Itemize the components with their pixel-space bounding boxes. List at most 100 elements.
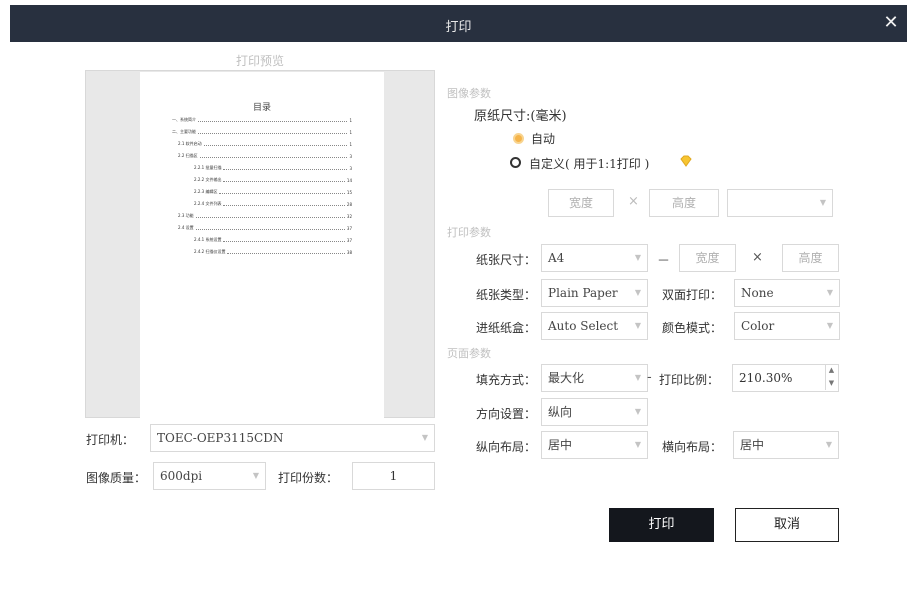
radio-auto[interactable] bbox=[513, 133, 524, 144]
toc-entry: 2.2.2 文件输出 14 bbox=[194, 177, 352, 183]
dropdown-arrow-icon: ▼ bbox=[634, 407, 641, 416]
hlayout-label: 横向布局： bbox=[662, 440, 723, 454]
vlayout-select[interactable]: 居中 ▼ bbox=[541, 431, 648, 459]
section-print-params: 打印参数 bbox=[447, 226, 491, 239]
color-mode-label: 颜色模式： bbox=[662, 321, 723, 335]
dropdown-arrow-icon: ▼ bbox=[634, 321, 641, 330]
scale-input[interactable]: 210.30% bbox=[732, 364, 839, 392]
orientation-select[interactable]: 纵向 ▼ bbox=[541, 398, 648, 426]
stepper-up-icon[interactable]: ▲ bbox=[826, 364, 837, 377]
paper-type-select[interactable]: Plain Paper ▼ bbox=[541, 279, 648, 307]
paper-size-select[interactable]: A4 ▼ bbox=[541, 244, 648, 272]
scale-label: 打印比例： bbox=[659, 373, 720, 387]
section-image-params: 图像参数 bbox=[447, 87, 491, 100]
paper-type-label: 纸张类型： bbox=[476, 288, 537, 302]
toc-leader bbox=[223, 204, 345, 206]
toc-leader bbox=[195, 228, 345, 230]
duplex-label: 双面打印： bbox=[662, 288, 723, 302]
fill-select[interactable]: 最大化 ▼ bbox=[541, 364, 648, 392]
toc-entry-page: 32 bbox=[346, 213, 352, 219]
dropdown-arrow-icon: ▼ bbox=[826, 288, 833, 297]
toc-entry-page: 1 bbox=[349, 117, 352, 123]
toc-entry-title: 2.4.2 扫描仪设置 bbox=[194, 249, 226, 254]
original-size-label: 原纸尺寸:(毫米) bbox=[474, 109, 567, 124]
toc-entry: 2.2.4 文件列表 28 bbox=[194, 201, 352, 207]
radio-custom[interactable] bbox=[510, 157, 521, 168]
toc-entry-page: 1 bbox=[349, 141, 352, 147]
toc-entry-page: 28 bbox=[346, 201, 352, 207]
preview-page: 目录 一、系统简介 1 二、主要功能 1 2.1 软件启动 1 2.2 扫描区 3 2.2.1 … bbox=[140, 72, 384, 418]
toc-entry-title: 二、主要功能 bbox=[172, 129, 196, 134]
dropdown-arrow-icon: ▼ bbox=[252, 471, 259, 480]
printer-select[interactable]: TOEC-OEP3115CDN ▼ bbox=[150, 424, 435, 452]
hlayout-select[interactable]: 居中 ▼ bbox=[733, 431, 839, 459]
tray-label: 进纸纸盒： bbox=[476, 321, 537, 335]
print-preview: 目录 一、系统简介 1 二、主要功能 1 2.1 软件启动 1 2.2 扫描区 3 2.2.1 … bbox=[85, 70, 435, 418]
toc-entry-page: 37 bbox=[346, 237, 352, 243]
toc-entry-page: 3 bbox=[349, 153, 352, 159]
toc-leader bbox=[198, 120, 348, 122]
toc-entry-title: 2.2.3 编辑区 bbox=[194, 189, 218, 194]
toc-entry: 一、系统简介 1 bbox=[172, 117, 352, 123]
fill-label: 填充方式： bbox=[476, 373, 537, 387]
preview-label: 打印预览 bbox=[235, 54, 284, 68]
tray-select[interactable]: Auto Select ▼ bbox=[541, 312, 648, 340]
paper-width-input[interactable]: 宽度 bbox=[679, 244, 736, 272]
scale-stepper[interactable]: ▲ ▼ bbox=[825, 364, 837, 390]
radio-auto-label: 自动 bbox=[531, 132, 556, 146]
quality-select[interactable]: 600dpi ▼ bbox=[153, 462, 266, 490]
dropdown-arrow-icon: ▼ bbox=[819, 198, 826, 207]
toc-leader bbox=[203, 144, 348, 146]
toc-entry: 2.4 设置 37 bbox=[178, 225, 352, 231]
dropdown-arrow-icon: ▼ bbox=[421, 433, 428, 442]
toc-leader bbox=[223, 240, 345, 242]
toc-entry-page: 38 bbox=[346, 249, 352, 255]
toc-leader bbox=[199, 156, 348, 158]
toc-leader bbox=[227, 252, 345, 254]
copies-input[interactable]: 1 bbox=[352, 462, 435, 490]
toc-entry: 2.4.2 扫描仪设置 38 bbox=[194, 249, 352, 255]
custom-height-input[interactable]: 高度 bbox=[649, 189, 719, 217]
toc-entry-title: 2.4.1 系统设置 bbox=[194, 237, 222, 242]
toc-entry: 2.3 功能 32 bbox=[178, 213, 352, 219]
custom-width-input[interactable]: 宽度 bbox=[548, 189, 614, 217]
toc-leader bbox=[223, 168, 348, 170]
toc-entry: 2.4.1 系统设置 37 bbox=[194, 237, 352, 243]
toc-entry: 2.2.1 批量扫描 3 bbox=[194, 165, 352, 171]
section-page-params: 页面参数 bbox=[447, 347, 491, 360]
dropdown-arrow-icon: ▼ bbox=[825, 440, 832, 449]
toc-leader bbox=[198, 132, 348, 134]
times-sign: × bbox=[752, 250, 763, 265]
toc-entry-title: 2.1 软件启动 bbox=[178, 141, 202, 146]
toc-entry-title: 2.3 功能 bbox=[178, 213, 194, 218]
dropdown-arrow-icon: ▼ bbox=[634, 288, 641, 297]
dropdown-arrow-icon: ▼ bbox=[826, 321, 833, 330]
toc-leader bbox=[195, 216, 345, 218]
toc-entry-title: 一、系统简介 bbox=[172, 117, 196, 122]
cancel-button[interactable]: 取消 bbox=[735, 508, 839, 542]
color-mode-select[interactable]: Color ▼ bbox=[734, 312, 840, 340]
print-button[interactable]: 打印 bbox=[609, 508, 714, 542]
diamond-hint-icon[interactable] bbox=[679, 154, 693, 168]
toc-entry-title: 2.2 扫描区 bbox=[178, 153, 198, 158]
dropdown-arrow-icon: ▼ bbox=[634, 253, 641, 262]
toc-leader bbox=[219, 192, 345, 194]
radio-custom-label: 自定义( 用于1:1打印 ) bbox=[529, 157, 650, 171]
dropdown-arrow-icon: ▼ bbox=[634, 373, 641, 382]
toc-entry: 2.1 软件启动 1 bbox=[178, 141, 352, 147]
dash-sign: - bbox=[647, 370, 652, 385]
vlayout-label: 纵向布局： bbox=[476, 440, 537, 454]
toc-entry: 2.2 扫描区 3 bbox=[178, 153, 352, 159]
custom-unit-select[interactable]: ▼ bbox=[727, 189, 833, 217]
paper-height-input[interactable]: 高度 bbox=[782, 244, 839, 272]
dialog-titlebar: 打印 ✕ bbox=[10, 5, 907, 42]
toc-leader bbox=[223, 180, 345, 182]
toc-entry-title: 2.2.2 文件输出 bbox=[194, 177, 222, 182]
times-sign: × bbox=[628, 194, 639, 209]
toc-entry-page: 37 bbox=[346, 225, 352, 231]
close-icon[interactable]: ✕ bbox=[881, 12, 901, 34]
toc-title: 目录 bbox=[252, 103, 271, 113]
stepper-down-icon[interactable]: ▼ bbox=[826, 377, 837, 390]
dialog-title: 打印 bbox=[445, 20, 472, 35]
duplex-select[interactable]: None ▼ bbox=[734, 279, 840, 307]
